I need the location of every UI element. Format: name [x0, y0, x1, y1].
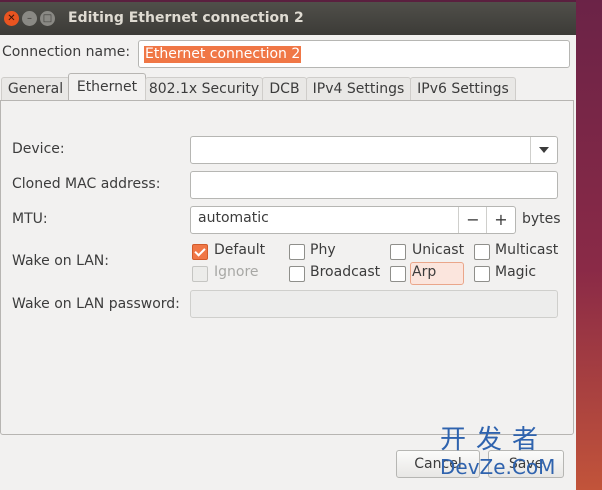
site-watermark: 开发者 DevZe.CoM — [440, 425, 555, 479]
wol-unicast-label[interactable]: Unicast — [412, 242, 464, 258]
cloned-mac-label: Cloned MAC address: — [12, 176, 161, 192]
wol-multicast-checkbox[interactable] — [474, 244, 490, 260]
tab-general[interactable]: General — [1, 77, 70, 101]
wol-magic-label[interactable]: Magic — [495, 264, 536, 280]
plus-icon: + — [494, 210, 508, 229]
wol-magic-checkbox[interactable] — [474, 266, 490, 282]
mtu-unit: bytes — [522, 211, 561, 227]
watermark-latin: DevZe.CoM — [440, 455, 556, 479]
maximize-window-button[interactable]: □ — [40, 11, 55, 26]
tab-ethernet[interactable]: Ethernet — [68, 73, 146, 102]
mtu-value: automatic — [198, 210, 269, 226]
maximize-icon: □ — [42, 13, 53, 24]
device-dropdown-button[interactable] — [530, 137, 557, 163]
cloned-mac-input[interactable] — [190, 171, 558, 199]
close-icon: ✕ — [7, 13, 16, 24]
wol-default-checkbox[interactable] — [192, 244, 208, 260]
minimize-icon: – — [27, 13, 32, 24]
minimize-window-button[interactable]: – — [22, 11, 37, 26]
connection-name-value: Ethernet connection 2 — [144, 46, 302, 63]
connection-name-input[interactable]: Ethernet connection 2 — [138, 40, 570, 68]
wol-default-label[interactable]: Default — [214, 242, 265, 258]
wol-phy-checkbox[interactable] — [289, 244, 305, 260]
device-combobox[interactable] — [190, 136, 558, 164]
wol-arp-checkbox[interactable] — [390, 266, 406, 282]
mtu-increment-button[interactable]: + — [486, 207, 515, 233]
mtu-decrement-button[interactable]: − — [458, 207, 487, 233]
wol-password-input — [190, 290, 558, 318]
edit-connection-dialog: ✕ – □ Editing Ethernet connection 2 Conn… — [0, 2, 576, 490]
tab-ipv4-settings[interactable]: IPv4 Settings — [306, 77, 411, 101]
wol-arp-label[interactable]: Arp — [412, 264, 436, 280]
tab-ipv6-settings[interactable]: IPv6 Settings — [410, 77, 516, 101]
wake-on-lan-label: Wake on LAN: — [12, 253, 109, 269]
tab-8021x-security[interactable]: 802.1x Security — [145, 77, 263, 101]
watermark-chinese: 开发者 — [440, 425, 549, 455]
wol-multicast-label[interactable]: Multicast — [495, 242, 558, 258]
wol-ignore-checkbox — [192, 266, 208, 282]
wol-password-label: Wake on LAN password: — [12, 296, 180, 312]
wol-broadcast-label[interactable]: Broadcast — [310, 264, 380, 280]
device-label: Device: — [12, 141, 65, 157]
close-window-button[interactable]: ✕ — [4, 11, 19, 26]
mtu-label: MTU: — [12, 211, 48, 227]
wol-phy-label[interactable]: Phy — [310, 242, 336, 258]
tab-dcb[interactable]: DCB — [262, 77, 307, 101]
wol-ignore-label: Ignore — [214, 264, 259, 280]
connection-name-label: Connection name: — [2, 44, 131, 60]
window-title: Editing Ethernet connection 2 — [68, 10, 304, 26]
desktop-background — [576, 0, 602, 490]
wol-broadcast-checkbox[interactable] — [289, 266, 305, 282]
title-bar: ✕ – □ Editing Ethernet connection 2 — [0, 2, 576, 35]
mtu-spinbox[interactable]: automatic − + — [190, 206, 516, 234]
chevron-down-icon — [539, 147, 549, 153]
wol-unicast-checkbox[interactable] — [390, 244, 406, 260]
minus-icon: − — [466, 210, 480, 229]
